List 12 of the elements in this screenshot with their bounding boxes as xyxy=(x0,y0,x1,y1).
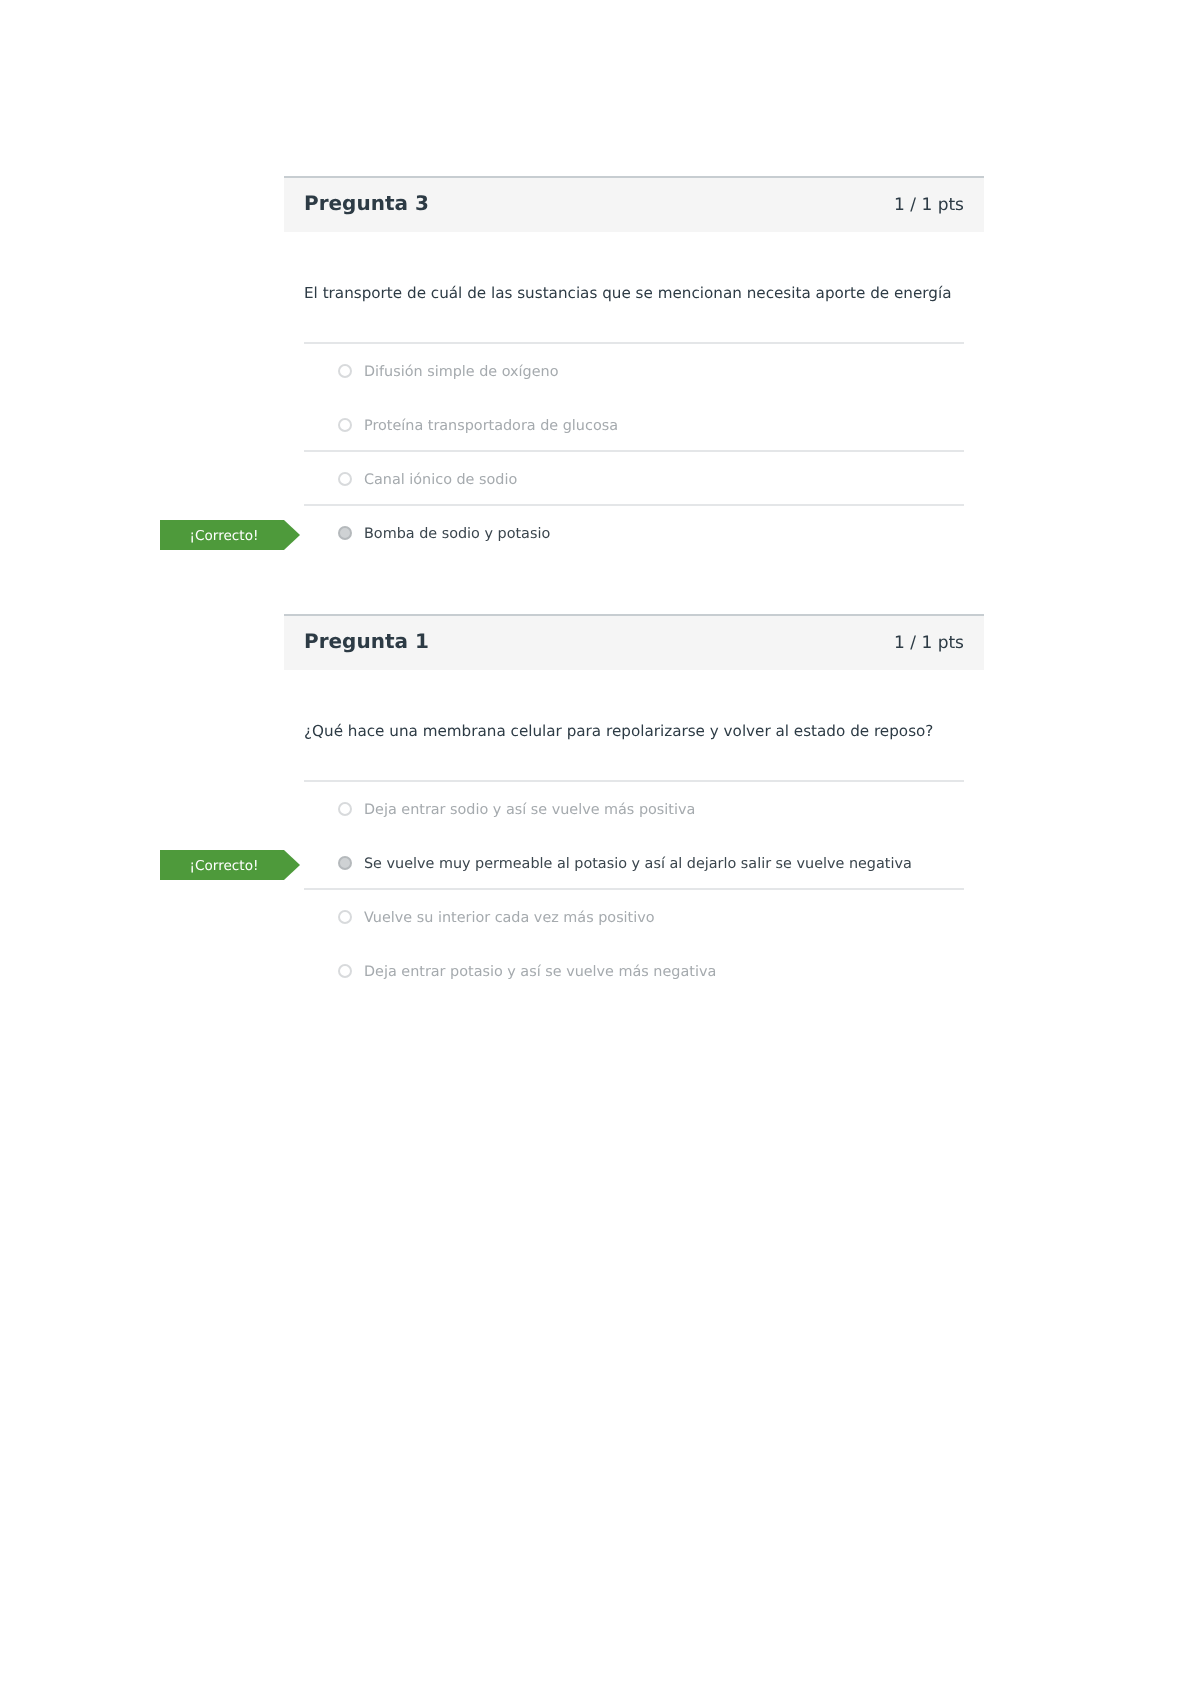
radio-button[interactable] xyxy=(338,417,352,431)
radio-button[interactable] xyxy=(338,801,352,815)
question-title: Pregunta 3 xyxy=(304,194,429,216)
question-title: Pregunta 1 xyxy=(304,632,429,654)
points-label: 1 / 1 pts xyxy=(894,195,964,215)
radio-button[interactable] xyxy=(338,363,352,377)
radio-button[interactable] xyxy=(338,471,352,485)
points-label: 1 / 1 pts xyxy=(894,633,964,653)
radio-button[interactable] xyxy=(338,963,352,977)
radio-button[interactable] xyxy=(338,525,352,539)
radio-button[interactable] xyxy=(338,855,352,869)
radio-button[interactable] xyxy=(338,909,352,923)
